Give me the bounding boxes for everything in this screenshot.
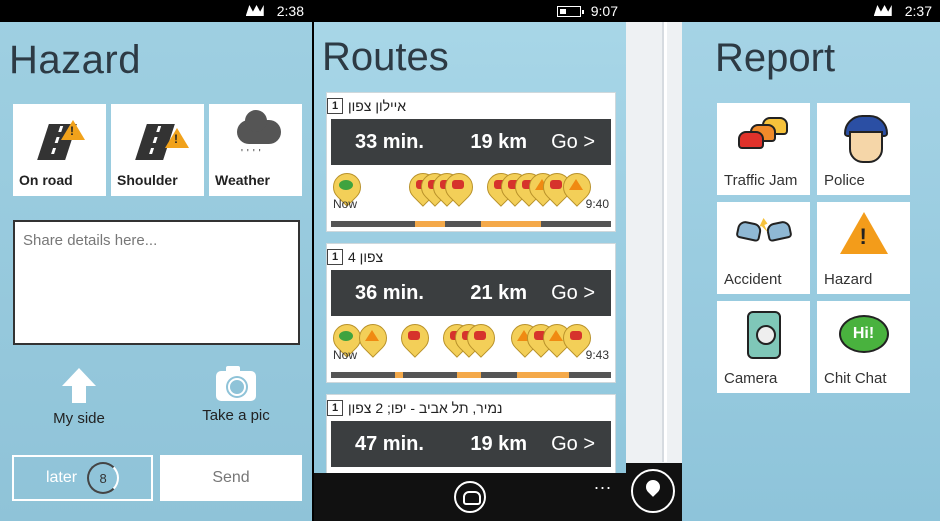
arrow-up-icon xyxy=(62,368,96,404)
route-distance: 19 km xyxy=(470,432,528,455)
route-summary-bar: 36 min. 21 km Go > xyxy=(331,270,611,316)
eta-time: 9:40 xyxy=(585,197,609,211)
route-time: 33 min. xyxy=(355,130,424,153)
signal-icon xyxy=(871,5,895,17)
tile-shoulder[interactable]: Shoulder xyxy=(111,104,204,196)
waze-icon[interactable] xyxy=(454,481,486,513)
status-time: 9:07 xyxy=(590,3,618,19)
start-time: Now xyxy=(333,348,358,362)
tile-weather[interactable]: '''' Weather xyxy=(209,104,302,196)
shoulder-hazard-icon xyxy=(135,118,189,160)
route-name: צפון 4 xyxy=(348,249,384,265)
tile-label: Hazard xyxy=(824,271,873,288)
status-bar: 2:37 xyxy=(682,0,940,22)
report-type-grid: Traffic Jam Police Accident Hazard Camer… xyxy=(717,103,910,393)
tile-label: Weather xyxy=(215,172,270,188)
start-time: Now xyxy=(333,197,358,211)
map-panel xyxy=(626,0,682,521)
traffic-pin-icon xyxy=(467,324,493,358)
route-card[interactable]: צפון 4 1 36 min. 21 km Go > Now 9:43 xyxy=(326,243,616,383)
tile-camera[interactable]: Camera xyxy=(717,301,810,393)
traffic-pin-icon xyxy=(401,324,427,358)
chit-chat-icon: Hi! xyxy=(838,315,889,353)
route-name: נמיר, תל אביב - יפו; 2 צפון xyxy=(348,400,503,416)
tile-label: Police xyxy=(824,172,865,189)
tile-label: On road xyxy=(19,172,73,188)
location-pin-icon[interactable] xyxy=(631,469,675,513)
share-details-box xyxy=(13,220,300,345)
send-button[interactable]: Send xyxy=(160,455,302,501)
later-label: later xyxy=(45,469,78,486)
hazard-icon xyxy=(839,212,888,254)
camera-icon xyxy=(746,311,781,359)
traffic-jam-icon xyxy=(736,115,792,151)
status-time: 2:38 xyxy=(276,3,304,19)
tile-label: Shoulder xyxy=(117,172,178,188)
page-title: Report xyxy=(715,36,836,80)
tile-hazard[interactable]: Hazard xyxy=(817,202,910,294)
route-distance: 19 km xyxy=(470,130,528,153)
route-alerts-strip: Now 9:43 xyxy=(331,316,611,372)
battery-icon xyxy=(556,5,584,17)
page-title: Routes xyxy=(322,35,449,79)
later-button[interactable]: later 8 xyxy=(12,455,153,501)
route-header: איילון צפון 1 xyxy=(327,93,615,119)
route-summary-bar: 33 min. 19 km Go > xyxy=(331,119,611,165)
route-alerts-strip: Now 9:40 xyxy=(331,165,611,221)
hazard-type-tiles: On road Shoulder '''' Weather xyxy=(13,104,302,196)
share-details-input[interactable] xyxy=(15,222,298,343)
traffic-line xyxy=(331,372,611,378)
route-header: נמיר, תל אביב - יפו; 2 צפון 1 xyxy=(327,395,615,421)
camera-icon xyxy=(216,366,256,401)
route-name: איילון צפון xyxy=(348,98,407,114)
routes-screen: 9:07 Routes איילון צפון 1 33 min. 19 km … xyxy=(314,0,626,521)
take-pic-button[interactable]: Take a pic xyxy=(181,366,291,424)
report-screen: 2:37 Report Traffic Jam Police Accident … xyxy=(682,0,940,521)
tile-on-road[interactable]: On road xyxy=(13,104,106,196)
route-time: 36 min. xyxy=(355,281,424,304)
page-title: Hazard xyxy=(9,38,141,82)
more-menu-button[interactable]: ... xyxy=(594,473,612,494)
route-summary-bar: 47 min. 19 km Go > xyxy=(331,421,611,467)
road-hazard-icon xyxy=(37,118,85,160)
signal-icon xyxy=(243,5,267,17)
tile-police[interactable]: Police xyxy=(817,103,910,195)
weather-cloud-icon xyxy=(237,110,281,144)
go-button[interactable]: Go > xyxy=(551,433,595,456)
app-bar: ... xyxy=(314,473,626,521)
countdown-badge: 8 xyxy=(87,462,120,494)
tile-label: Chit Chat xyxy=(824,370,887,387)
go-button[interactable]: Go > xyxy=(551,282,595,305)
route-header: צפון 4 1 xyxy=(327,244,615,270)
accident-icon xyxy=(734,214,793,248)
status-time: 2:37 xyxy=(904,3,932,19)
status-bar: 2:38 xyxy=(0,0,312,22)
my-side-button[interactable]: My side xyxy=(24,368,134,427)
tile-label: Accident xyxy=(724,271,782,288)
route-number-badge: 1 xyxy=(327,98,343,114)
tile-traffic-jam[interactable]: Traffic Jam xyxy=(717,103,810,195)
status-bar: 9:07 xyxy=(314,0,626,22)
route-card[interactable]: איילון צפון 1 33 min. 19 km Go > Now 9:4… xyxy=(326,92,616,232)
traffic-line xyxy=(331,221,611,227)
route-time: 47 min. xyxy=(355,432,424,455)
hazard-pin-icon xyxy=(359,324,385,358)
tile-label: Camera xyxy=(724,370,778,387)
route-distance: 21 km xyxy=(470,281,528,304)
my-side-label: My side xyxy=(53,410,105,427)
take-pic-label: Take a pic xyxy=(202,407,270,424)
hazard-screen: 2:38 Hazard On road Shoulder '''' Weathe… xyxy=(0,0,312,521)
map-road xyxy=(664,22,667,462)
tile-chit-chat[interactable]: Hi! Chit Chat xyxy=(817,301,910,393)
eta-time: 9:43 xyxy=(585,348,609,362)
traffic-pin-icon xyxy=(445,173,471,207)
go-button[interactable]: Go > xyxy=(551,131,595,154)
route-card[interactable]: נמיר, תל אביב - יפו; 2 צפון 1 47 min. 19… xyxy=(326,394,616,474)
tile-accident[interactable]: Accident xyxy=(717,202,810,294)
route-number-badge: 1 xyxy=(327,400,343,416)
police-icon xyxy=(840,115,888,163)
route-number-badge: 1 xyxy=(327,249,343,265)
map-app-bar xyxy=(626,463,682,521)
tile-label: Traffic Jam xyxy=(724,172,798,189)
